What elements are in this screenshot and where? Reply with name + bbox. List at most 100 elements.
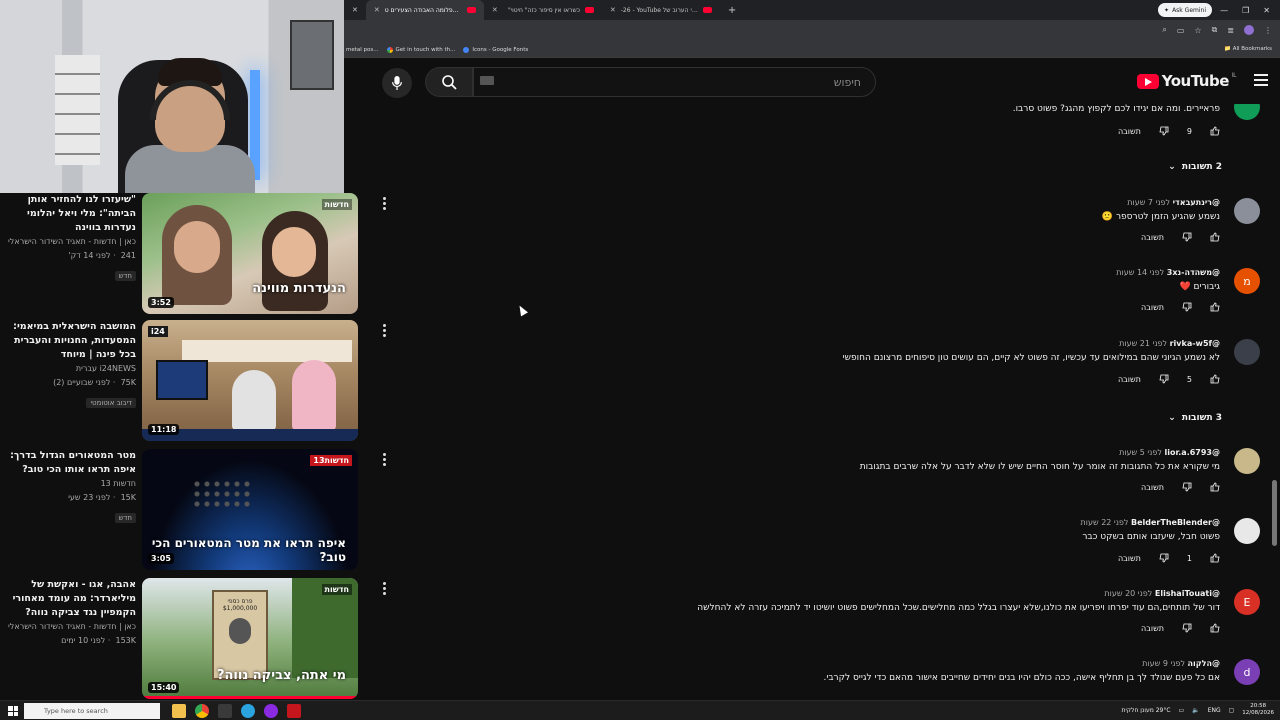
browser-tab[interactable]: ✕ זוג הפלומה האבודה הצעירים ט: [365, 0, 484, 20]
bookmark-item[interactable]: Icons - Google Fonts: [463, 46, 528, 53]
page-scrollbar-track[interactable]: [1264, 104, 1280, 700]
dislike-icon[interactable]: [1182, 623, 1192, 633]
dislike-icon[interactable]: [1182, 482, 1192, 492]
avatar[interactable]: d: [1234, 659, 1260, 685]
comment-author[interactable]: @הלקוה: [1188, 659, 1220, 668]
app-icon[interactable]: [287, 704, 301, 718]
video-channel[interactable]: כאן | חדשות - תאגיד השידור הישראלי: [4, 620, 136, 634]
comment-time[interactable]: לפני 14 שעות: [1116, 268, 1164, 277]
page-scrollbar-thumb[interactable]: [1272, 480, 1277, 546]
close-tab-icon[interactable]: ✕: [492, 6, 498, 14]
browser-tab[interactable]: ✕ -26 - YouTube שידורי הערוב של: [602, 0, 720, 20]
avatar[interactable]: [1234, 518, 1260, 544]
chrome-icon[interactable]: [195, 704, 209, 718]
avatar[interactable]: [1234, 339, 1260, 365]
video-title[interactable]: אהבה, אגו - ואקשת של מיליארדר: מה עומד מ…: [4, 578, 136, 620]
video-more-icon[interactable]: [383, 197, 387, 212]
reply-button[interactable]: תשובה: [1141, 303, 1164, 312]
avatar[interactable]: [1234, 198, 1260, 224]
ask-gemini-button[interactable]: ✦ Ask Gemini: [1158, 3, 1212, 17]
comment-time[interactable]: לפני 20 שעות: [1104, 589, 1152, 598]
all-bookmarks-button[interactable]: 📁 All Bookmarks: [1224, 46, 1272, 52]
comment-time[interactable]: לפני 7 שעות: [1127, 198, 1170, 207]
avatar[interactable]: [1234, 448, 1260, 474]
bookmark-item[interactable]: Get in touch with th...: [386, 46, 455, 53]
voice-search-button[interactable]: [382, 68, 412, 98]
like-icon[interactable]: [1210, 553, 1220, 563]
new-tab-button[interactable]: +: [720, 5, 744, 16]
dislike-icon[interactable]: [1182, 232, 1192, 242]
comment-author[interactable]: @רינתעבאדי: [1173, 198, 1220, 207]
like-icon[interactable]: [1210, 482, 1220, 492]
video-channel[interactable]: כאן | חדשות - תאגיד השידור הישראלי: [4, 235, 136, 249]
browser-tab[interactable]: ✕ "כשראו אין סיפור כזה" חיטוי: [484, 0, 602, 20]
avatar[interactable]: מ: [1234, 268, 1260, 294]
video-thumbnail[interactable]: חדשות הנעדרות מווינה 3:52: [142, 193, 358, 314]
zoom-icon[interactable]: ⌕: [1162, 25, 1166, 35]
video-more-icon[interactable]: [383, 453, 387, 468]
windows-start-icon[interactable]: [8, 706, 18, 716]
like-icon[interactable]: [1210, 623, 1220, 633]
close-tab-icon[interactable]: ✕: [610, 6, 616, 14]
comment-time[interactable]: לפני 22 שעות: [1081, 518, 1129, 527]
profile-avatar[interactable]: [1244, 25, 1254, 35]
notification-icon[interactable]: ▢: [1229, 707, 1235, 714]
keyboard-icon[interactable]: [480, 76, 494, 85]
star-icon[interactable]: ☆: [1194, 26, 1201, 35]
video-title[interactable]: המושבה הישראלית במיאמי: המסעדות, החנויות…: [4, 320, 136, 362]
minimize-button[interactable]: —: [1220, 6, 1228, 15]
kebab-menu-icon[interactable]: ⋮: [1264, 26, 1272, 35]
network-icon[interactable]: ▭: [1179, 707, 1185, 714]
window-close-button[interactable]: ✕: [1263, 6, 1270, 15]
weather-widget[interactable]: 29°C מעונן חלקית: [1122, 707, 1171, 714]
youtube-logo[interactable]: YouTube IL: [1136, 72, 1237, 90]
comment-author[interactable]: @lior.a.6793: [1164, 448, 1220, 457]
video-card[interactable]: המושבה הישראלית במיאמי: המסעדות, החנויות…: [0, 320, 400, 442]
close-tab-icon[interactable]: ✕: [374, 6, 380, 14]
dislike-icon[interactable]: [1182, 302, 1192, 312]
file-explorer-icon[interactable]: [172, 704, 186, 718]
terminal-icon[interactable]: [218, 704, 232, 718]
cast-icon[interactable]: ▭: [1177, 26, 1185, 35]
telegram-icon[interactable]: [241, 704, 255, 718]
comment-author[interactable]: @ElishaiTouati: [1155, 589, 1220, 598]
video-card[interactable]: מטר המטאורים הגדול בדרך: איפה תראו אותו …: [0, 449, 400, 571]
video-card[interactable]: אהבה, אגו - ואקשת של מיליארדר: מה עומד מ…: [0, 578, 400, 700]
comment-author[interactable]: @משהדה-נ3x: [1167, 268, 1220, 277]
avatar[interactable]: [1234, 104, 1260, 120]
comment-author[interactable]: @rivka-w5f: [1170, 339, 1220, 348]
bookmark-item[interactable]: metal pos...: [346, 47, 379, 53]
close-icon[interactable]: ✕: [344, 6, 366, 14]
comment-time[interactable]: לפני 21 שעות: [1119, 339, 1167, 348]
search-button[interactable]: [425, 67, 473, 97]
comment-time[interactable]: לפני 9 שעות: [1142, 659, 1185, 668]
volume-icon[interactable]: 🔈: [1192, 707, 1199, 714]
comment-author[interactable]: @BelderTheBlender: [1131, 518, 1220, 527]
replies-toggle[interactable]: 2 תשובות ⌄: [1168, 162, 1222, 172]
dislike-icon[interactable]: [1159, 126, 1169, 136]
hamburger-menu-icon[interactable]: [1254, 74, 1268, 86]
reply-button[interactable]: תשובה: [1118, 375, 1141, 384]
video-more-icon[interactable]: [383, 582, 387, 597]
reply-button[interactable]: תשובה: [1118, 554, 1141, 563]
dislike-icon[interactable]: [1159, 374, 1169, 384]
maximize-button[interactable]: ❐: [1242, 6, 1249, 15]
video-channel[interactable]: i24NEWS עברית: [4, 362, 136, 376]
avatar[interactable]: E: [1234, 589, 1260, 615]
video-thumbnail[interactable]: i24 11:18: [142, 320, 358, 441]
like-icon[interactable]: [1210, 302, 1220, 312]
video-more-icon[interactable]: [383, 324, 387, 339]
video-thumbnail[interactable]: פרס כספי $1,000,000 חדשות מי אתה, צביקה …: [142, 578, 358, 699]
clock[interactable]: 20:58 12/08/2026: [1242, 703, 1274, 717]
video-card[interactable]: "שיעזרו לנו להחזיר אותן הביתה": מלי ויאל…: [0, 193, 400, 315]
video-title[interactable]: "שיעזרו לנו להחזיר אותן הביתה": מלי ויאל…: [4, 193, 136, 235]
taskbar-search-input[interactable]: Type here to search: [24, 703, 160, 719]
video-title[interactable]: מטר המטאורים הגדול בדרך: איפה תראו אותו …: [4, 449, 136, 477]
language-indicator[interactable]: ENG: [1208, 707, 1221, 714]
reply-button[interactable]: תשובה: [1141, 483, 1164, 492]
video-thumbnail[interactable]: חדשות13 איפה תראו את מטר המטאורים הכי טו…: [142, 449, 358, 570]
search-input[interactable]: חיפוש: [473, 67, 876, 97]
address-bar[interactable]: ⌕ ▭ ☆ ⧉ ≣ ⋮: [344, 20, 1280, 42]
dislike-icon[interactable]: [1159, 553, 1169, 563]
comment-time[interactable]: לפני 5 שעות: [1119, 448, 1162, 457]
